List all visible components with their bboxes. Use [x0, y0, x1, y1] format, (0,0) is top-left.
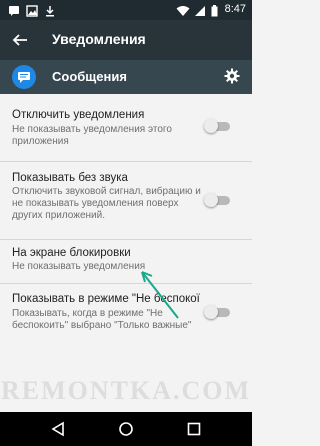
nav-bar	[0, 412, 252, 446]
app-name: Сообщения	[52, 69, 127, 84]
status-time: 8:47	[224, 3, 246, 15]
switch-thumb	[204, 193, 218, 207]
setting-row-lock-screen[interactable]: На экране блокировки Не показывать уведо…	[0, 239, 252, 284]
setting-row-do-not-disturb[interactable]: Показывать в режиме "Не беспокої Показыв…	[0, 283, 252, 344]
status-bar: 8:47	[0, 0, 252, 20]
setting-subtitle: Не показывать уведомления этого приложен…	[12, 124, 172, 147]
toggle-switch[interactable]	[204, 119, 232, 133]
switch-thumb	[204, 119, 218, 133]
setting-subtitle: Отключить звуковой сигнал, вибрацию и не…	[12, 186, 201, 221]
setting-subtitle: Не показывать уведомления	[12, 261, 146, 272]
setting-subtitle: Показывать, когда в режиме "Не беспокоит…	[12, 308, 192, 331]
recents-square-icon[interactable]	[186, 421, 202, 442]
home-circle-icon[interactable]	[118, 421, 134, 442]
switch-thumb	[204, 305, 218, 319]
app-header: Сообщения	[0, 60, 252, 94]
setting-title: Показывать без звука	[12, 172, 128, 184]
toolbar: Уведомления	[0, 20, 252, 60]
arrow-back-icon[interactable]	[12, 32, 28, 53]
setting-title: Показывать в режиме "Не беспокої	[12, 293, 200, 305]
messages-icon	[12, 65, 36, 89]
toggle-switch[interactable]	[204, 305, 232, 319]
page-title: Уведомления	[52, 31, 146, 47]
gear-icon[interactable]	[224, 68, 240, 89]
watermark: REMONTKA.COM	[0, 376, 252, 405]
setting-title: На экране блокировки	[12, 247, 131, 259]
setting-row-disable-notifications[interactable]: Отключить уведомления Не показывать увед…	[0, 94, 252, 162]
back-triangle-icon[interactable]	[50, 421, 66, 442]
setting-row-silent[interactable]: Показывать без звука Отключить звуковой …	[0, 161, 252, 240]
toggle-switch[interactable]	[204, 193, 232, 207]
setting-title: Отключить уведомления	[12, 109, 145, 121]
